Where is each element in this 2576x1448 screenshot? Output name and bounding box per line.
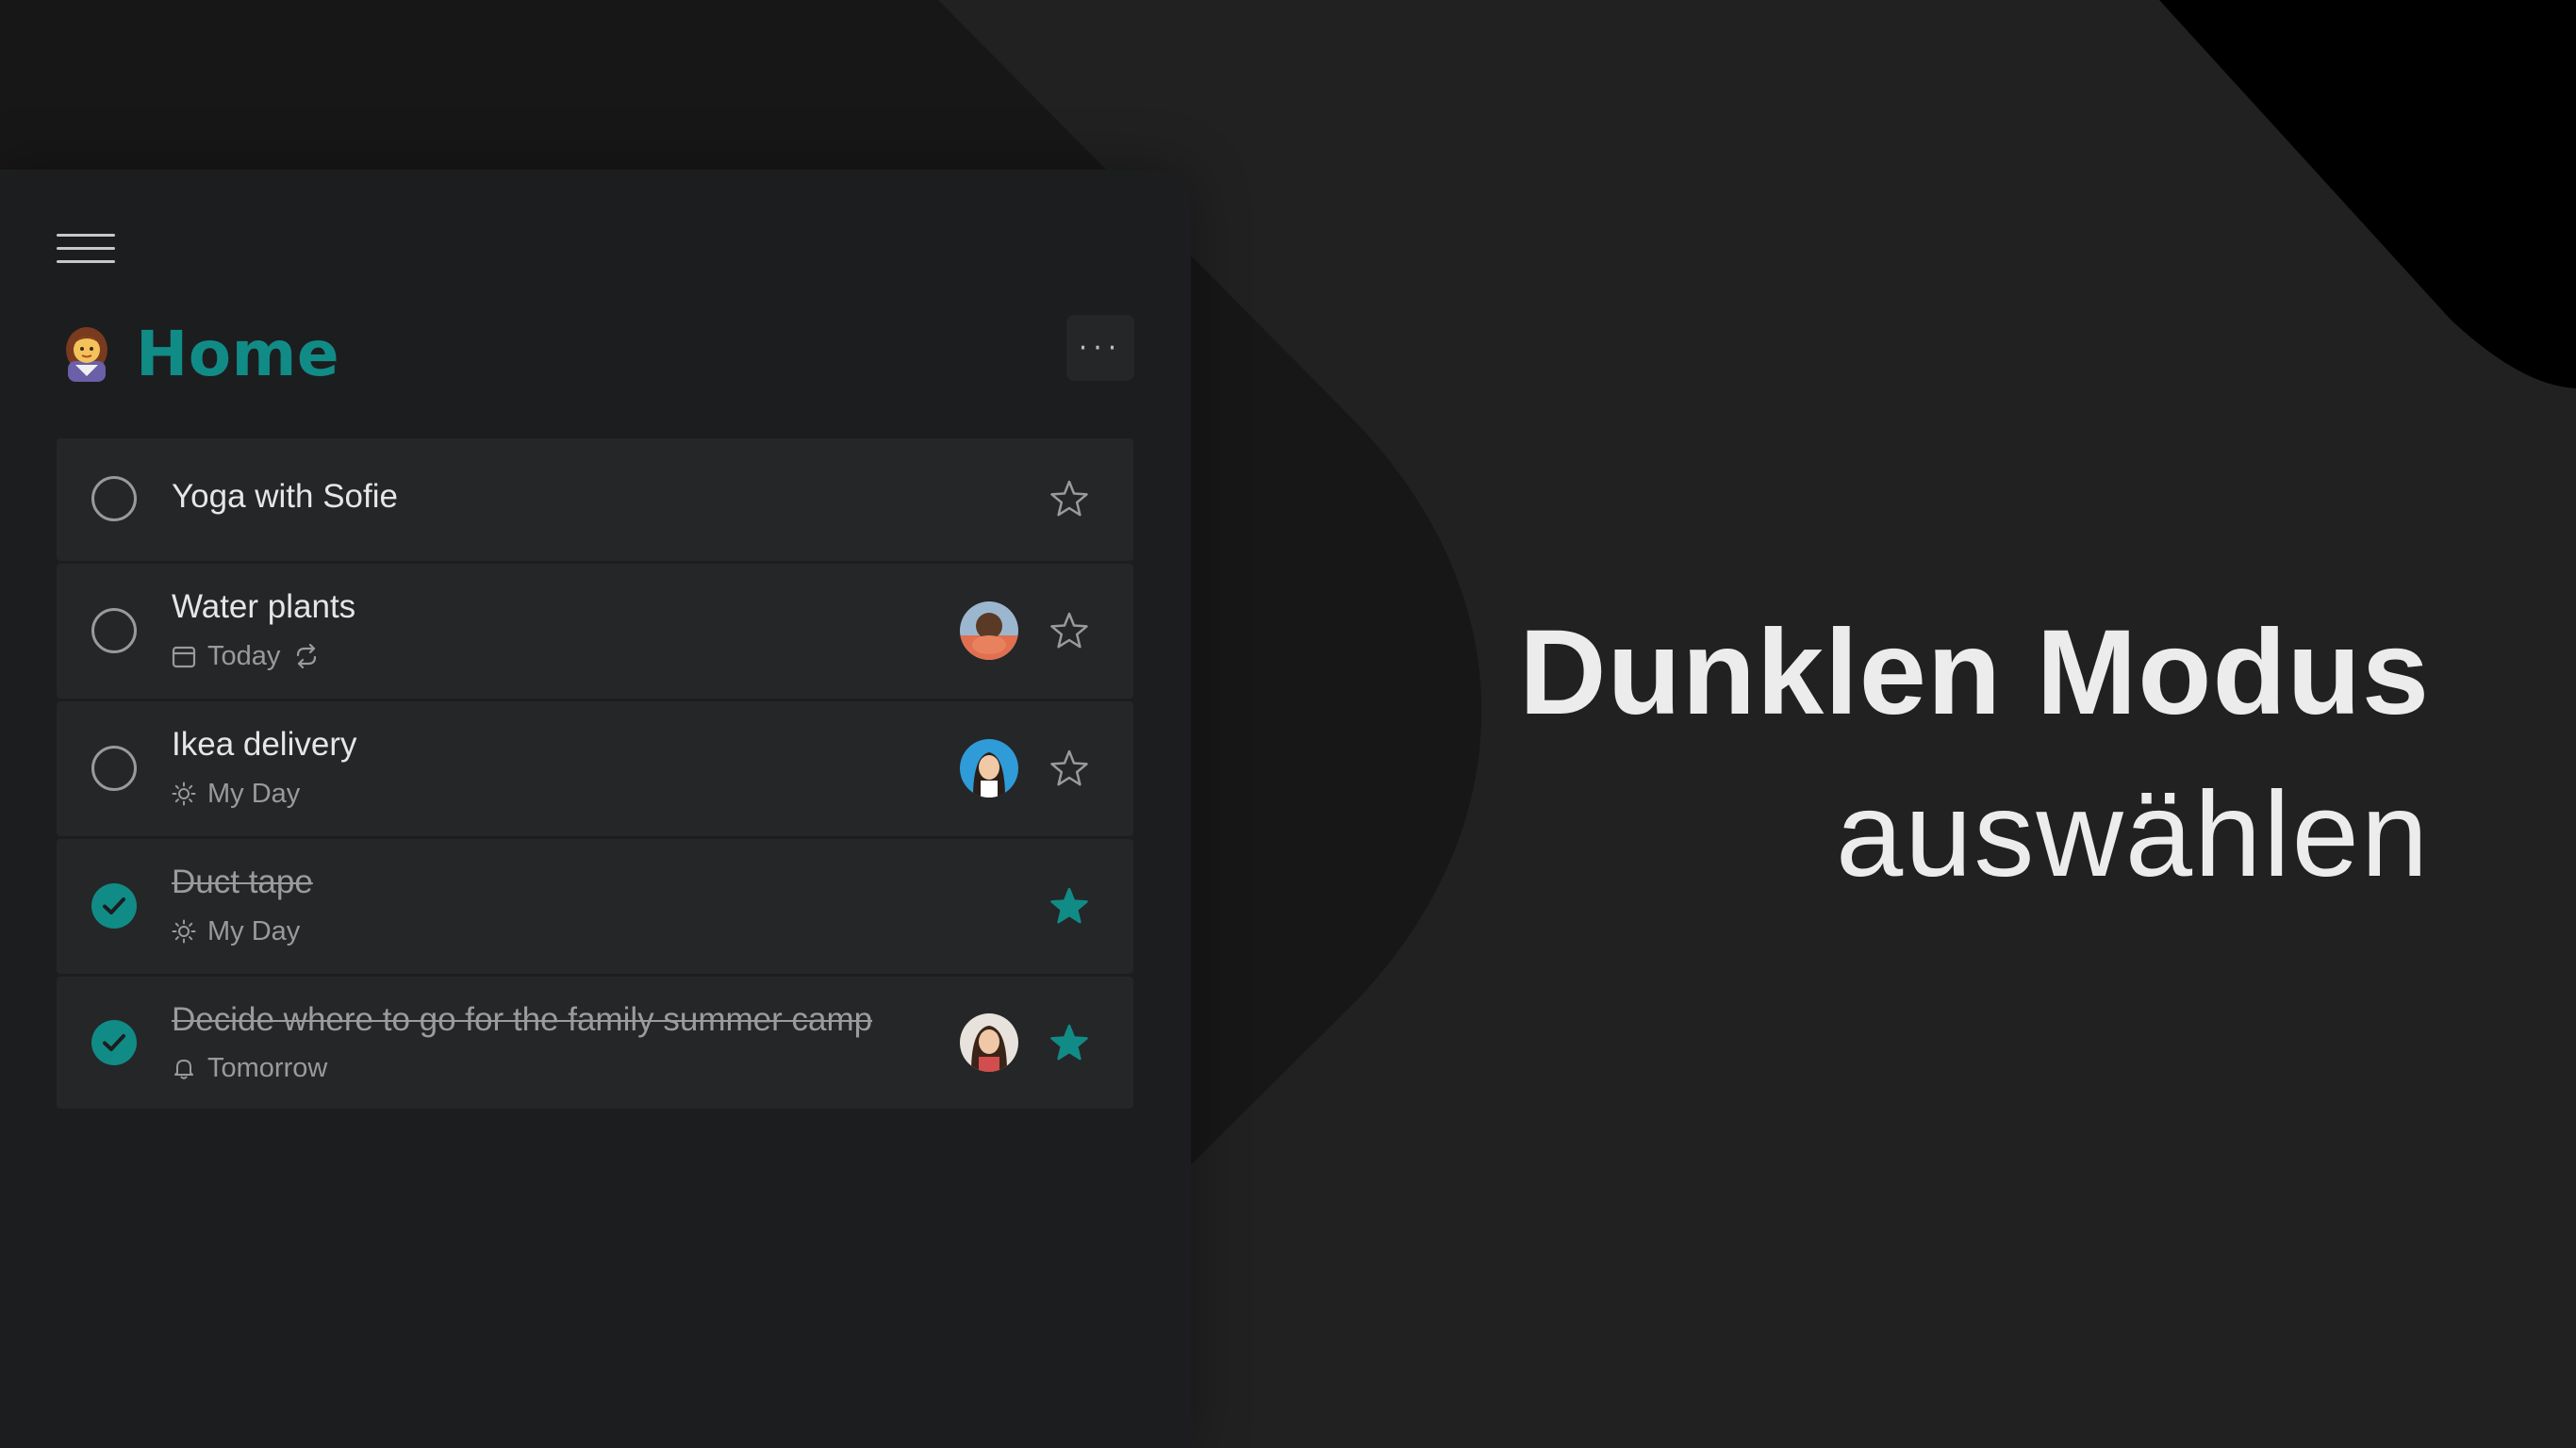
star-filled-icon[interactable] — [1049, 885, 1090, 927]
checkmark-icon — [103, 1034, 125, 1051]
task-item[interactable]: Yoga with Sofie — [57, 438, 1133, 561]
task-title: Yoga with Sofie — [172, 478, 398, 515]
task-title: Ikea delivery — [172, 726, 357, 763]
complete-checkbox[interactable] — [91, 608, 137, 653]
due-date-label: Today — [207, 640, 281, 671]
headline-subtitle: auswählen — [1836, 767, 2430, 902]
assignee-avatar[interactable] — [960, 739, 1018, 798]
assignee-avatar[interactable] — [960, 1013, 1018, 1072]
task-meta: My Day — [172, 777, 300, 811]
checkmark-icon — [103, 897, 125, 914]
list-title[interactable]: Home — [136, 318, 339, 390]
task-meta: Today — [172, 639, 320, 673]
task-meta: Tomorrow — [172, 1051, 327, 1085]
task-item[interactable]: Decide where to go for the family summer… — [57, 977, 1133, 1109]
task-item[interactable]: Duct tape My Day — [57, 839, 1133, 974]
star-filled-icon[interactable] — [1049, 1022, 1090, 1063]
star-icon[interactable] — [1049, 748, 1090, 789]
star-icon[interactable] — [1049, 478, 1090, 519]
reminder-label: Tomorrow — [207, 1052, 328, 1083]
complete-checkbox[interactable] — [91, 746, 137, 791]
repeat-icon — [297, 644, 317, 668]
completed-checkbox[interactable] — [91, 1020, 137, 1065]
slide: Home ··· Yoga with Sofie Water plants To… — [0, 0, 2576, 1448]
task-item[interactable]: Water plants Today — [57, 564, 1133, 699]
task-title: Duct tape — [172, 864, 313, 900]
woman-emoji-icon — [66, 327, 107, 382]
sun-icon — [172, 782, 196, 806]
sun-icon — [172, 919, 196, 944]
hamburger-menu-icon[interactable] — [53, 222, 119, 275]
list-header: Home — [57, 311, 339, 396]
avatar-photo — [960, 601, 1018, 660]
my-day-label: My Day — [207, 915, 301, 946]
more-options-button[interactable]: ··· — [1066, 315, 1134, 381]
task-title: Water plants — [172, 588, 356, 625]
completed-checkbox[interactable] — [91, 883, 137, 929]
calendar-icon — [172, 646, 196, 668]
avatar-photo — [960, 739, 1018, 798]
headline-title: Dunklen Modus — [1519, 605, 2430, 740]
bell-icon — [174, 1060, 193, 1079]
task-title: Decide where to go for the family summer… — [172, 1001, 873, 1038]
task-meta: My Day — [172, 914, 300, 948]
my-day-label: My Day — [207, 778, 301, 809]
star-icon[interactable] — [1049, 610, 1090, 651]
avatar-photo — [960, 1013, 1018, 1072]
assignee-avatar[interactable] — [960, 601, 1018, 660]
task-item[interactable]: Ikea delivery My Day — [57, 701, 1133, 836]
complete-checkbox[interactable] — [91, 476, 137, 521]
